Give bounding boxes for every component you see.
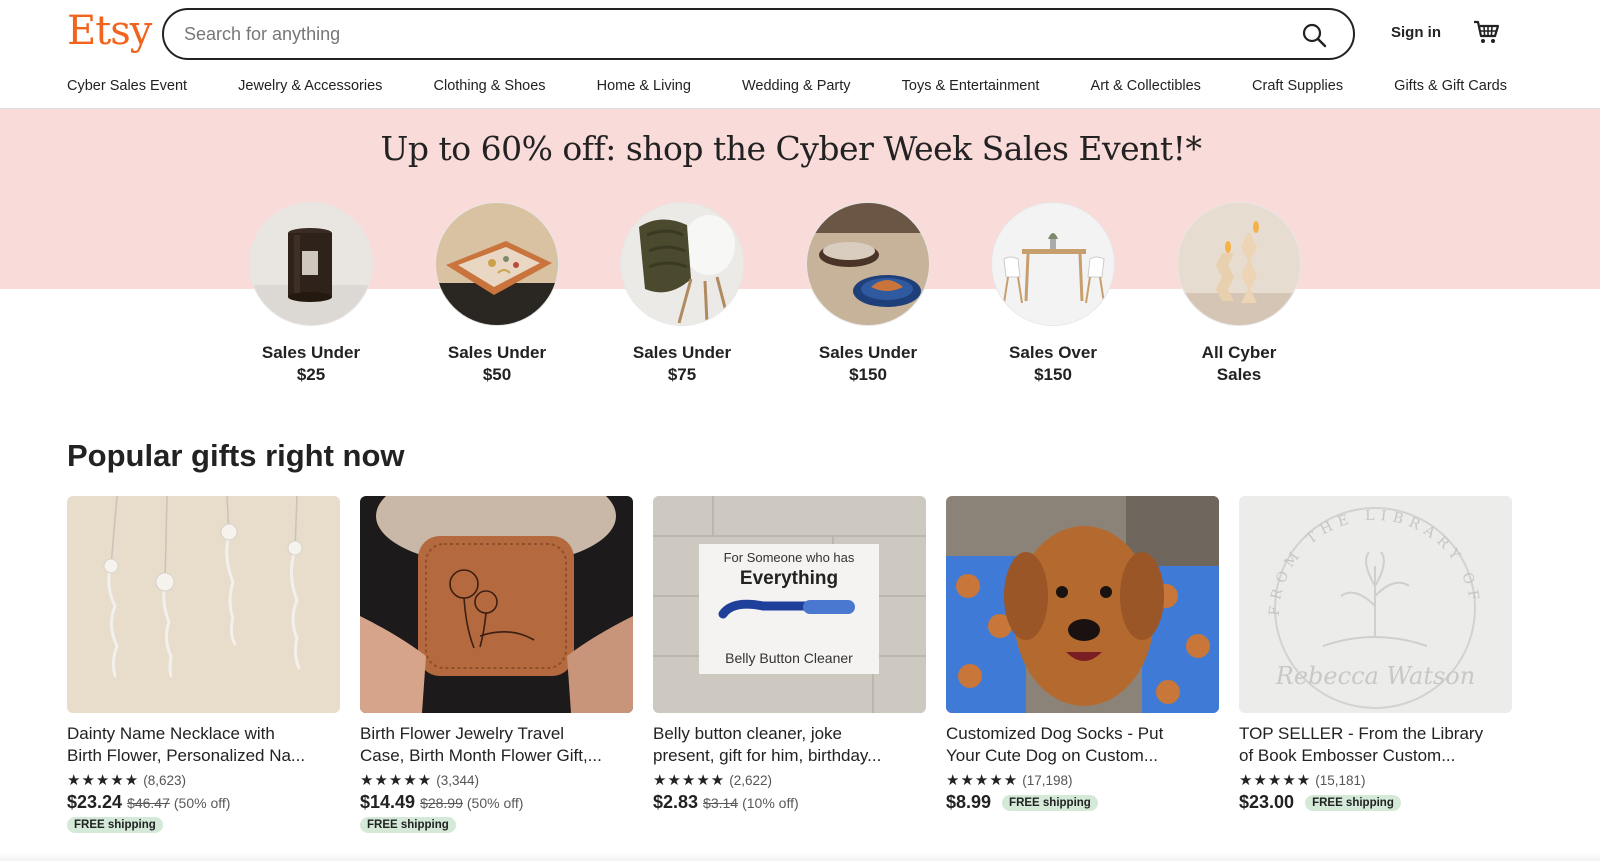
sale-price: $14.49 (360, 792, 416, 812)
sign-in-link[interactable]: Sign in (1391, 24, 1441, 41)
popular-gifts-heading: Popular gifts right now (67, 438, 405, 473)
page-bottom-edge (0, 852, 1600, 861)
etsy-logo[interactable]: Etsy (67, 8, 152, 54)
free-shipping-badge: FREE shipping (360, 817, 456, 833)
search-bar[interactable] (162, 8, 1355, 60)
cart-icon[interactable] (1472, 18, 1500, 46)
product-title-line1: Dainty Name Necklace with (67, 724, 275, 743)
product-title-line2: Birth Flower, Personalized Na... (67, 746, 306, 765)
card-image-text-name: Rebecca Watson (1275, 662, 1476, 690)
popular-gifts-list: Dainty Name Necklace with Birth Flower, P… (67, 496, 1517, 856)
free-shipping-badge: FREE shipping (1305, 794, 1401, 811)
review-count: (8,623) (143, 772, 187, 788)
nav-item-clothing-shoes[interactable]: Clothing & Shoes (434, 78, 546, 102)
card-image-text-bottom: Belly Button Cleaner (725, 650, 853, 666)
category-label-line2: $150 (849, 365, 887, 384)
review-count: (3,344) (436, 772, 480, 788)
rating-stars: ★★★★★ (360, 772, 433, 789)
category-sales-under-75[interactable]: Sales Under $75 (587, 202, 777, 386)
search-input[interactable] (184, 23, 1264, 45)
card-image-text-top: For Someone who has (723, 550, 855, 565)
discount-label: (50% off) (466, 794, 524, 811)
category-label-line1: Sales Under (261, 343, 361, 362)
nav-item-art-collectibles[interactable]: Art & Collectibles (1091, 78, 1201, 102)
category-label-line1: Sales Under (632, 343, 732, 362)
discount-label: (10% off) (742, 794, 799, 811)
category-label-line1: Sales Under (818, 343, 918, 362)
category-image-candle (249, 202, 373, 326)
product-image-name-necklace[interactable] (67, 496, 340, 713)
review-count: (2,622) (729, 772, 773, 788)
product-card[interactable]: For Someone who has Everything Belly But… (653, 496, 926, 813)
category-label-line2: $150 (1034, 365, 1072, 384)
product-image-belly-button-cleaner[interactable]: For Someone who has Everything Belly But… (653, 496, 926, 713)
category-image-pillar-candles (1177, 202, 1301, 326)
category-label-line2: $25 (296, 365, 326, 384)
product-title-line2: Case, Birth Month Flower Gift,... (360, 746, 602, 765)
rating-stars: ★★★★★ (653, 772, 726, 789)
category-sales-over-150[interactable]: Sales Over $150 (958, 202, 1148, 386)
sale-price: $8.99 (946, 792, 992, 812)
original-price: $46.47 (127, 794, 170, 811)
category-image-plates (806, 202, 930, 326)
category-sales-under-50[interactable]: Sales Under $50 (402, 202, 592, 386)
banner-title: Up to 60% off: shop the Cyber Week Sales… (380, 129, 1202, 168)
category-image-jewelry-box (435, 202, 559, 326)
category-nav: Cyber Sales Event Jewelry & Accessories … (67, 78, 1507, 102)
review-count: (17,198) (1022, 772, 1073, 788)
category-image-knit-blanket (620, 202, 744, 326)
discount-label: (50% off) (173, 794, 231, 811)
product-image-dog-socks[interactable] (946, 496, 1219, 713)
product-title-line1: Birth Flower Jewelry Travel (360, 724, 565, 743)
free-shipping-badge: FREE shipping (1002, 794, 1098, 811)
sale-price: $23.24 (67, 792, 123, 812)
product-title-line2: present, gift for him, birthday... (653, 746, 882, 765)
category-label-line2: $50 (482, 365, 512, 384)
original-price: $3.14 (703, 794, 739, 811)
product-card[interactable]: Birth Flower Jewelry Travel Case, Birth M… (360, 496, 633, 833)
header: Etsy Sign in (0, 0, 1600, 72)
nav-item-gifts-gift-cards[interactable]: Gifts & Gift Cards (1394, 78, 1507, 102)
nav-item-home-living[interactable]: Home & Living (597, 78, 691, 102)
product-image-jewelry-travel-case[interactable] (360, 496, 633, 713)
sale-categories: Sales Under $25 Sales Under $50 Sales Un… (0, 202, 1600, 392)
category-label-line1: All Cyber (1201, 343, 1277, 362)
category-sales-under-25[interactable]: Sales Under $25 (216, 202, 406, 386)
category-label-line2: Sales (1216, 365, 1262, 384)
nav-item-toys-entertainment[interactable]: Toys & Entertainment (902, 78, 1040, 102)
sale-price: $23.00 (1239, 792, 1295, 812)
sale-price: $2.83 (653, 792, 699, 812)
search-icon[interactable] (1301, 22, 1327, 48)
free-shipping-badge: FREE shipping (67, 817, 163, 833)
review-count: (15,181) (1315, 772, 1366, 788)
product-card[interactable]: FROM THE LIBRARY OF Rebecca Watson TOP S… (1239, 496, 1512, 813)
product-card[interactable]: Dainty Name Necklace with Birth Flower, P… (67, 496, 340, 833)
category-all-cyber-sales[interactable]: All Cyber Sales (1144, 202, 1334, 386)
product-card[interactable]: Customized Dog Socks - Put Your Cute Dog … (946, 496, 1219, 813)
category-label-line1: Sales Over (1009, 343, 1097, 362)
product-title-line2: Your Cute Dog on Custom... (946, 746, 1158, 765)
category-label-line2: $75 (667, 365, 697, 384)
product-image-book-embosser[interactable]: FROM THE LIBRARY OF Rebecca Watson (1239, 496, 1512, 713)
nav-item-jewelry-accessories[interactable]: Jewelry & Accessories (238, 78, 382, 102)
product-title-line1: Belly button cleaner, joke (653, 724, 843, 743)
product-title-line2: of Book Embosser Custom... (1239, 746, 1456, 765)
card-image-text-big: Everything (739, 568, 839, 589)
product-title-line1: TOP SELLER - From the Library (1239, 724, 1484, 743)
category-image-dining-table (991, 202, 1115, 326)
category-sales-under-150[interactable]: Sales Under $150 (773, 202, 963, 386)
rating-stars: ★★★★★ (946, 772, 1019, 789)
nav-item-craft-supplies[interactable]: Craft Supplies (1252, 78, 1343, 102)
product-title-line1: Customized Dog Socks - Put (946, 724, 1164, 743)
rating-stars: ★★★★★ (1239, 772, 1312, 789)
nav-item-wedding-party[interactable]: Wedding & Party (742, 78, 851, 102)
rating-stars: ★★★★★ (67, 772, 140, 789)
category-label-line1: Sales Under (447, 343, 547, 362)
original-price: $28.99 (420, 794, 463, 811)
nav-item-cyber-sales-event[interactable]: Cyber Sales Event (67, 78, 187, 102)
